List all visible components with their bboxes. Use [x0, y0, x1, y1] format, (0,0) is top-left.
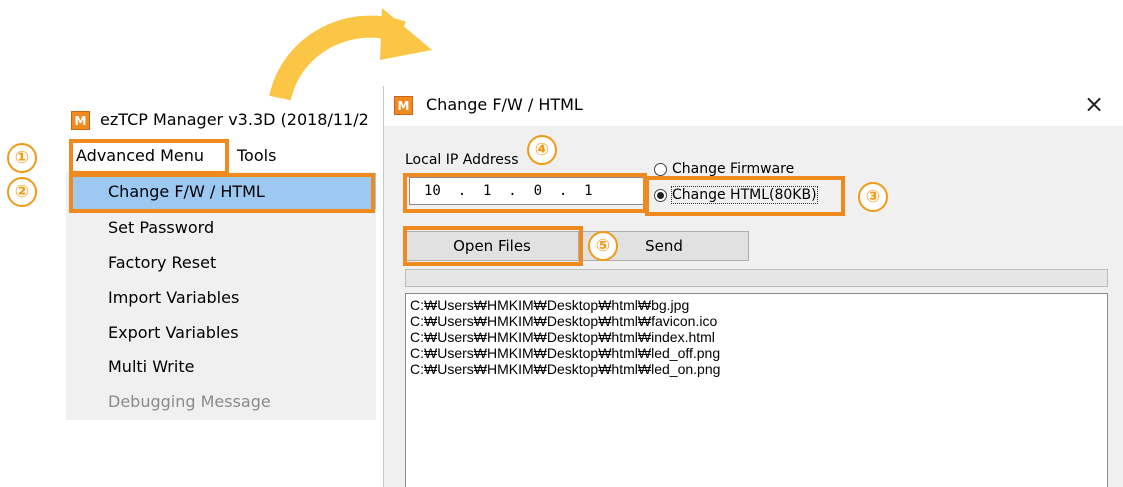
menu-item-multi-write[interactable]: Multi Write — [108, 357, 194, 376]
callout-1: ① — [7, 143, 37, 173]
ip-address-label: Local IP Address — [405, 152, 519, 168]
list-item: C:₩Users₩HMKIM₩Desktop₩html₩favicon.ico — [410, 313, 718, 329]
app-logo-icon: M — [71, 111, 90, 130]
dialog-title: Change F/W / HTML — [426, 95, 583, 114]
highlight-open-files — [403, 226, 583, 266]
menu-item-factory-reset[interactable]: Factory Reset — [108, 253, 216, 272]
callout-3: ③ — [858, 182, 888, 212]
progress-bar — [405, 269, 1108, 287]
menu-item-export-variables[interactable]: Export Variables — [108, 323, 239, 342]
highlight-change-html — [645, 176, 845, 216]
app-titlebar: M ezTCP Manager v3.3D (2018/11/2 — [66, 104, 376, 138]
radio-change-firmware[interactable] — [654, 163, 667, 176]
callout-4: ④ — [527, 135, 557, 165]
dialog-logo-icon: M — [394, 96, 413, 115]
dialog-titlebar: M Change F/W / HTML × — [384, 86, 1123, 126]
app-title: ezTCP Manager v3.3D (2018/11/2 — [100, 110, 369, 129]
close-icon[interactable]: × — [1084, 90, 1104, 118]
highlight-change-fw-item — [69, 173, 375, 213]
list-item: C:₩Users₩HMKIM₩Desktop₩html₩led_on.png — [410, 361, 721, 377]
list-item: C:₩Users₩HMKIM₩Desktop₩html₩bg.jpg — [410, 297, 690, 313]
radio-change-firmware-label: Change Firmware — [672, 161, 795, 177]
highlight-ip-field — [403, 173, 647, 213]
file-list[interactable]: C:₩Users₩HMKIM₩Desktop₩html₩bg.jpg C:₩Us… — [405, 293, 1108, 487]
menu-item-debugging-message: Debugging Message — [108, 392, 271, 411]
callout-2: ② — [7, 177, 37, 207]
highlight-advanced-menu — [69, 139, 229, 175]
menu-item-import-variables[interactable]: Import Variables — [108, 288, 239, 307]
list-item: C:₩Users₩HMKIM₩Desktop₩html₩index.html — [410, 329, 715, 345]
menu-tools[interactable]: Tools — [237, 146, 276, 165]
menu-item-set-password[interactable]: Set Password — [108, 218, 214, 237]
list-item: C:₩Users₩HMKIM₩Desktop₩html₩led_off.png — [410, 345, 721, 361]
change-fw-dialog: M Change F/W / HTML × Local IP Address 1… — [383, 86, 1123, 487]
callout-5: ⑤ — [588, 231, 618, 261]
